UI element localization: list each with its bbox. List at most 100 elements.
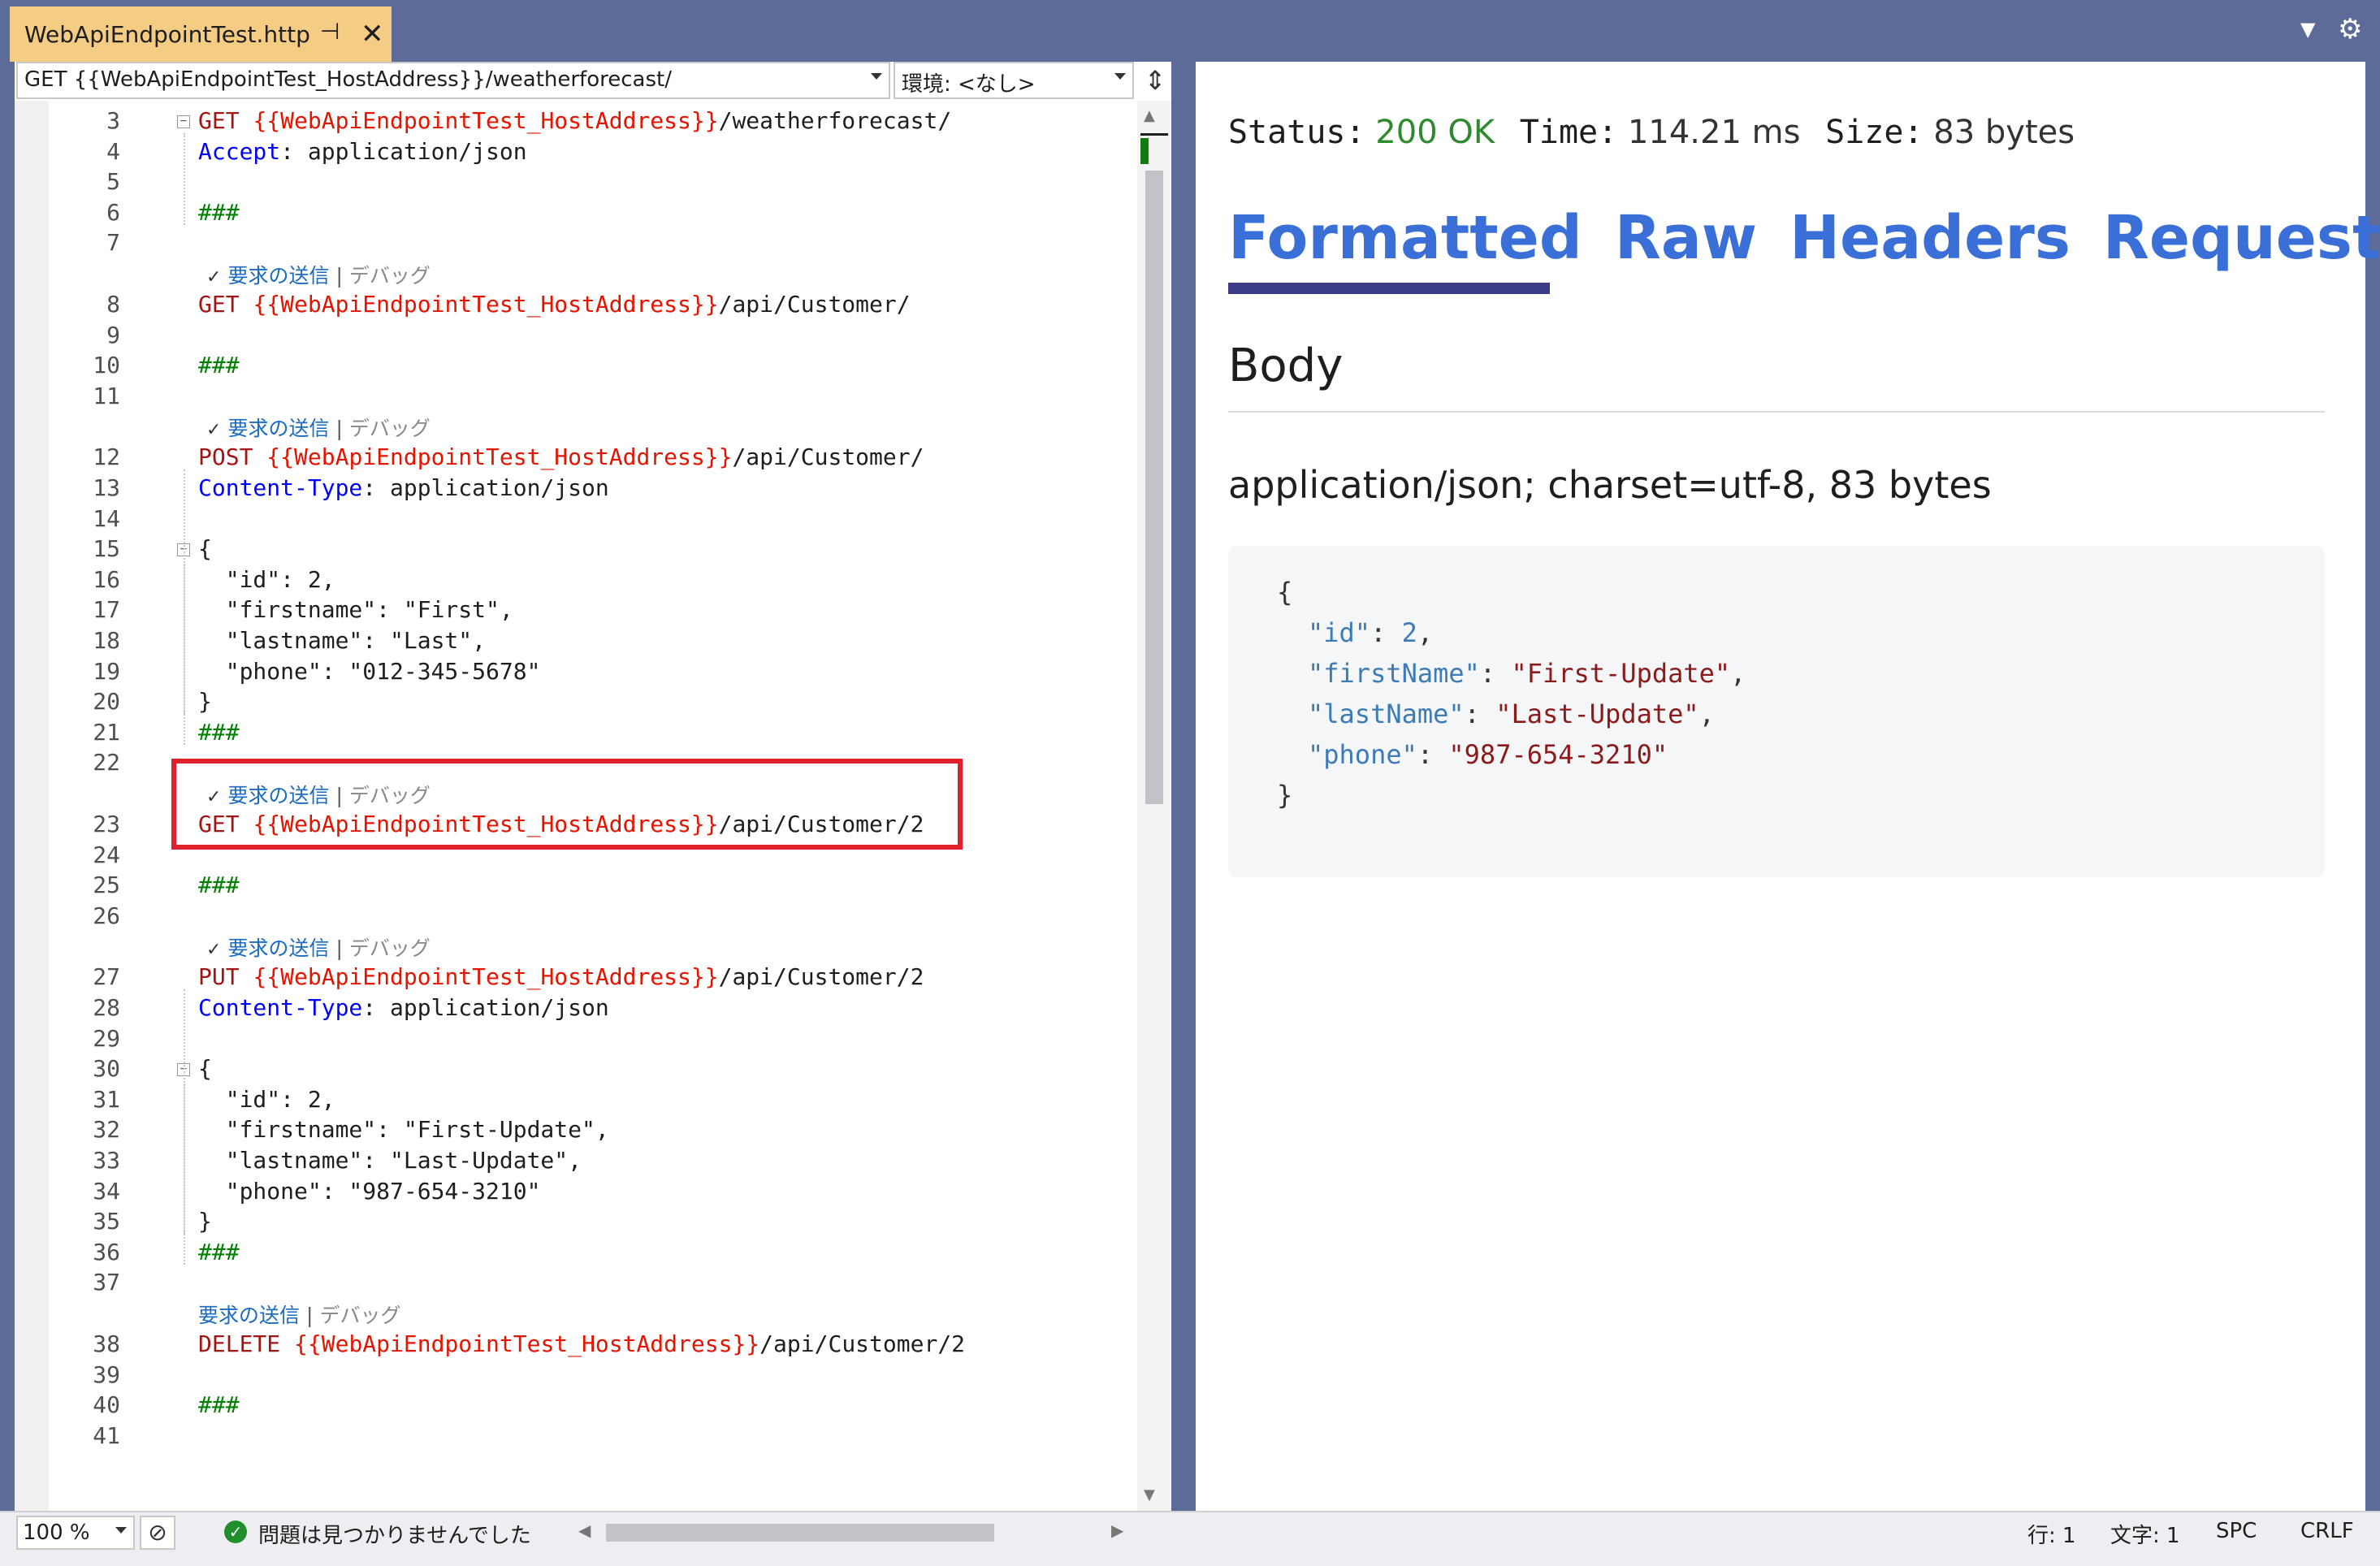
debug-link[interactable]: デバッグ: [319, 1304, 400, 1327]
send-request-link[interactable]: 要求の送信: [227, 264, 329, 288]
code-line: "phone": "012-345-5678": [198, 658, 541, 685]
code-line: ###: [198, 719, 240, 746]
tab-request[interactable]: Request: [2103, 203, 2380, 273]
line-number: 5: [106, 168, 120, 196]
debug-link[interactable]: デバッグ: [349, 264, 431, 288]
debug-link[interactable]: デバッグ: [349, 937, 431, 960]
code-line: }: [198, 688, 212, 715]
request-path: /weatherforecast/: [718, 107, 952, 134]
request-separator: ###: [198, 198, 240, 226]
code-line: Accept: application/json: [198, 138, 527, 165]
time-value: 114.21 ms: [1627, 114, 1801, 151]
line-number: 40: [93, 1391, 120, 1419]
response-tabs: Formatted Raw Headers Request: [1228, 203, 2380, 273]
fold-toggle-icon[interactable]: −: [177, 115, 190, 128]
line-number: 32: [93, 1116, 120, 1144]
zoom-select[interactable]: 100 %: [16, 1516, 135, 1550]
code-line: ###: [198, 1391, 240, 1418]
send-request-link[interactable]: 要求の送信: [227, 937, 329, 960]
annotation-highlight-box: [171, 759, 963, 850]
horizontal-scrollbar-thumb[interactable]: [606, 1524, 994, 1542]
checkmark-icon: ✓: [206, 267, 222, 288]
json-line-lastname: "lastName": "Last-Update",: [1308, 699, 1715, 729]
line-number: 23: [93, 811, 120, 837]
code-line: Content-Type: application/json: [198, 474, 609, 501]
size-value: 83 bytes: [1933, 114, 2075, 151]
line-ending[interactable]: CRLF: [2300, 1519, 2354, 1543]
host-variable: {{WebApiEndpointTest_HostAddress}}: [266, 443, 733, 471]
size-label: Size:: [1825, 114, 1923, 151]
request-separator: ###: [198, 1391, 240, 1419]
json-text: {: [198, 1055, 212, 1083]
json-value: "987-654-3210": [1448, 739, 1668, 770]
header-value: : application/json: [362, 474, 609, 501]
json-value: "Last-Update": [1495, 699, 1699, 729]
json-open-brace: {: [1277, 577, 1293, 608]
line-number: 15: [93, 535, 120, 563]
line-number: 22: [93, 749, 120, 777]
request-path: /api/Customer/: [732, 443, 924, 471]
vertical-scrollbar-thumb[interactable]: [1145, 171, 1163, 804]
line-number: 38: [93, 1330, 120, 1357]
code-line: {: [198, 1055, 212, 1082]
close-icon[interactable]: ✕: [361, 18, 384, 50]
code-line: ###: [198, 199, 240, 226]
line-number: 16: [93, 565, 120, 593]
request-path: /api/Customer/: [718, 291, 911, 318]
code-line: "phone": "987-654-3210": [198, 1177, 541, 1205]
document-tab[interactable]: WebApiEndpointTest.http ⊣ ✕: [10, 6, 392, 62]
cursor-line[interactable]: 行: 1: [2027, 1519, 2076, 1549]
request-url-select-value: GET {{WebApiEndpointTest_HostAddress}}/w…: [24, 67, 672, 92]
code-line: "lastname": "Last",: [198, 627, 486, 654]
send-request-link[interactable]: 要求の送信: [227, 417, 329, 440]
json-body-block: { "id": 2, "firstName": "First-Update", …: [1228, 546, 2325, 877]
request-separator: ###: [198, 1238, 240, 1265]
checkmark-icon: ✓: [206, 420, 222, 441]
codelens-row: ✓ 要求の送信 | デバッグ: [206, 413, 431, 442]
json-key: "firstName": [1308, 658, 1480, 689]
tab-raw[interactable]: Raw: [1615, 203, 1757, 273]
line-number: 9: [106, 321, 120, 348]
line-number: 30: [93, 1055, 120, 1083]
debug-link[interactable]: デバッグ: [349, 417, 431, 440]
request-url-select[interactable]: GET {{WebApiEndpointTest_HostAddress}}/w…: [16, 62, 890, 99]
whitespace-mode[interactable]: SPC: [2216, 1519, 2257, 1543]
cursor-char[interactable]: 文字: 1: [2110, 1519, 2180, 1549]
scroll-up-arrow-icon[interactable]: ▲: [1144, 107, 1155, 124]
line-number: 17: [93, 596, 120, 624]
tab-formatted[interactable]: Formatted: [1228, 203, 1582, 273]
time-label: Time:: [1519, 114, 1618, 151]
scroll-right-arrow-icon[interactable]: ▶: [1111, 1521, 1123, 1540]
json-text: "lastname": "Last",: [198, 627, 487, 654]
indent-guide: [184, 989, 185, 1265]
checkmark-icon: ✓: [206, 940, 222, 961]
content-type-text: application/json; charset=utf-8, 83 byte…: [1228, 463, 1992, 507]
zoom-value: 100 %: [23, 1521, 90, 1545]
editor-margin: [15, 101, 49, 1511]
code-line: "lastname": "Last-Update",: [198, 1147, 582, 1174]
code-line: DELETE {{WebApiEndpointTest_HostAddress}…: [198, 1330, 965, 1357]
pin-icon[interactable]: ⊣: [320, 18, 340, 45]
send-request-link[interactable]: 要求の送信: [198, 1304, 300, 1327]
line-number: 20: [93, 688, 120, 716]
scroll-left-arrow-icon[interactable]: ◀: [578, 1521, 591, 1540]
http-method: POST: [198, 443, 267, 471]
issues-status-text[interactable]: 問題は見つかりませんでした: [258, 1519, 531, 1549]
line-number: 12: [93, 443, 120, 471]
check-circle-icon: ✓: [224, 1521, 247, 1543]
http-method: GET: [198, 107, 253, 134]
gear-icon[interactable]: ⚙: [2338, 13, 2362, 45]
scroll-down-arrow-icon[interactable]: ▼: [1144, 1486, 1155, 1503]
json-text: "phone": "987-654-3210": [198, 1177, 541, 1205]
code-line: "firstname": "First-Update",: [198, 1116, 609, 1143]
code-line: }: [198, 1208, 212, 1235]
issues-toggle-icon[interactable]: ⊘: [140, 1516, 175, 1550]
split-editor-icon[interactable]: ⇕: [1139, 63, 1171, 97]
environment-select[interactable]: 環境: <なし>: [894, 62, 1134, 99]
indent-guide: [184, 469, 185, 745]
tab-overflow-chevron-icon[interactable]: ▼: [2300, 18, 2315, 41]
code-line: GET {{WebApiEndpointTest_HostAddress}}/w…: [198, 107, 951, 134]
json-key: "phone": [1308, 739, 1417, 770]
tab-headers[interactable]: Headers: [1789, 203, 2071, 273]
code-line: ###: [198, 1239, 240, 1265]
